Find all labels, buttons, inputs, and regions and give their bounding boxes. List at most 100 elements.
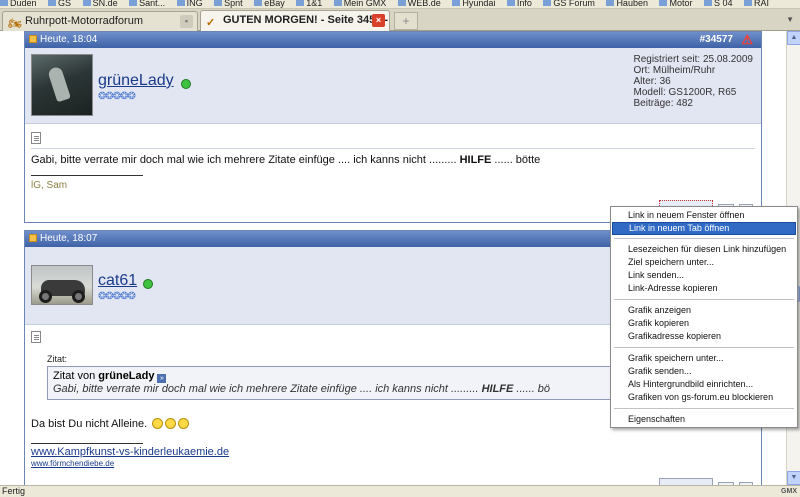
bookmark[interactable]: Hyundai	[452, 0, 495, 8]
online-status-icon	[143, 279, 153, 289]
tab-list-arrow-icon[interactable]: ▼	[786, 15, 794, 24]
gs-forum-icon: ✓	[206, 17, 216, 29]
bookmark[interactable]: GS	[48, 0, 71, 8]
signature: lG, Sam	[31, 180, 68, 191]
post-timestamp: Heute, 18:04	[40, 34, 98, 45]
menu-item-block-images[interactable]: Grafiken von gs-forum.eu blockieren	[612, 391, 796, 404]
bookmark-icon	[606, 0, 615, 6]
post-icon	[29, 35, 37, 43]
menu-item-send-image[interactable]: Grafik senden...	[612, 365, 796, 378]
quote-box: Zitat von grüneLady» Gabi, bitte verrate…	[47, 366, 647, 400]
scroll-up-arrow-icon[interactable]: ▲	[787, 31, 800, 45]
online-status-icon	[181, 79, 191, 89]
bookmark-icon	[254, 0, 263, 6]
user-details: Registriert seit: 25.08.2009 Ort: Mülhei…	[633, 54, 753, 109]
tab-guten-morgen[interactable]: ✓ GUTEN MORGEN! - Seite 3458 - GS... ×	[200, 10, 390, 31]
quote-label: Zitat:	[47, 354, 68, 364]
view-post-arrow-icon[interactable]: »	[157, 374, 167, 383]
bookmark-icon	[506, 0, 515, 6]
bookmark-icon	[397, 0, 406, 6]
menu-separator	[614, 347, 794, 348]
avatar[interactable]	[31, 265, 93, 305]
tab-ruhrpott[interactable]: 🏍 Ruhrpott-Motorradforum ▪	[2, 11, 198, 31]
bookmark-icon	[214, 0, 223, 6]
signature-divider	[31, 175, 143, 176]
bookmark[interactable]: Sant...	[129, 0, 165, 8]
bookmark-icon	[744, 0, 753, 6]
bookmark[interactable]: eBay	[254, 0, 285, 8]
bookmark-icon	[129, 0, 138, 6]
post-document-icon	[31, 132, 41, 144]
menu-item-save-image[interactable]: Grafik speichern unter...	[612, 352, 796, 365]
smiley-sleepy-icon	[152, 418, 164, 429]
new-tab-button[interactable]: +	[394, 12, 418, 30]
menu-item-properties[interactable]: Eigenschaften	[612, 413, 796, 426]
context-menu: Link in neuem Fenster öffnen Link in neu…	[610, 206, 798, 428]
post-message: Da bist Du nicht Alleine.	[31, 418, 190, 430]
divider	[31, 148, 755, 149]
bookmark[interactable]: SN.de	[82, 0, 118, 8]
bookmark[interactable]: Info	[506, 0, 532, 8]
post-message: Gabi, bitte verrate mir doch mal wie ich…	[31, 154, 541, 166]
signature-divider	[31, 443, 143, 444]
bookmark[interactable]: RAI	[744, 0, 769, 8]
menu-separator	[614, 408, 794, 409]
menu-separator	[614, 299, 794, 300]
username-link[interactable]: grüneLady	[98, 72, 174, 90]
tab-close-icon[interactable]: ×	[372, 14, 385, 27]
bookmark-icon	[704, 0, 713, 6]
forum-post: Heute, 18:04 #34577 ⚠ grüneLady ❂❂❂❂❂ Re…	[24, 31, 762, 223]
bookmark[interactable]: Hauben	[606, 0, 648, 8]
post-timestamp: Heute, 18:07	[40, 233, 98, 244]
tab-close-icon[interactable]: ▪	[180, 15, 193, 28]
menu-item-view-image[interactable]: Grafik anzeigen	[612, 304, 796, 317]
menu-item-set-background[interactable]: Als Hintergrundbild einrichten...	[612, 378, 796, 391]
bookmark-icon	[543, 0, 552, 6]
report-warning-icon[interactable]: ⚠	[741, 32, 753, 47]
bookmark-icon	[0, 0, 8, 6]
bookmark[interactable]: GS Forum	[543, 0, 595, 8]
quote-multi-button[interactable]	[658, 478, 713, 485]
signature-link[interactable]: www.Kampfkunst-vs-kinderleukaemie.de	[31, 446, 229, 458]
menu-item-send-link[interactable]: Link senden...	[612, 269, 796, 282]
avatar[interactable]	[31, 54, 93, 116]
menu-item-copy-link[interactable]: Link-Adresse kopieren	[612, 282, 796, 295]
menu-separator	[614, 238, 794, 239]
bookmark[interactable]: Mein GMX	[333, 0, 386, 8]
status-bar: Fertig GMX	[0, 485, 800, 497]
rank-icons: ❂❂❂❂❂	[98, 91, 136, 102]
gmx-badge[interactable]: GMX	[781, 486, 797, 497]
bookmark[interactable]: Duden	[0, 0, 37, 8]
bookmark[interactable]: WEB.de	[397, 0, 441, 8]
username-link[interactable]: cat61	[98, 272, 137, 290]
bookmark[interactable]: Motor	[659, 0, 693, 8]
post-toolbar: ❞❞ ✎	[656, 478, 753, 485]
bookmark-icon	[296, 0, 305, 6]
user-info-area: grüneLady ❂❂❂❂❂ Registriert seit: 25.08.…	[25, 48, 761, 124]
menu-item-save-target[interactable]: Ziel speichern unter...	[612, 256, 796, 269]
signature-link[interactable]: www.förmchendiebe.de	[31, 459, 114, 468]
post-document-icon	[31, 331, 41, 343]
post-number-link[interactable]: #34577	[700, 32, 733, 48]
scroll-down-arrow-icon[interactable]: ▼	[787, 471, 800, 485]
bookmark-icon	[452, 0, 461, 6]
menu-item-open-new-window[interactable]: Link in neuem Fenster öffnen	[612, 209, 796, 222]
bookmarks-toolbar: Duden GS SN.de Sant... ING Spnt eBay 1&1…	[0, 0, 800, 9]
bookmark[interactable]: S 04	[704, 0, 733, 8]
avatar-wheel	[72, 290, 85, 303]
menu-item-open-new-tab[interactable]: Link in neuem Tab öffnen	[612, 222, 796, 235]
bookmark-icon	[333, 0, 342, 6]
menu-item-copy-image-address[interactable]: Grafikadresse kopieren	[612, 330, 796, 343]
bookmark[interactable]: ING	[176, 0, 203, 8]
bookmark[interactable]: Spnt	[214, 0, 243, 8]
menu-item-copy-image[interactable]: Grafik kopieren	[612, 317, 796, 330]
avatar-wheel	[39, 290, 52, 303]
menu-item-bookmark-link[interactable]: Lesezeichen für diesen Link hinzufügen	[612, 243, 796, 256]
tab-strip: 🏍 Ruhrpott-Motorradforum ▪ ✓ GUTEN MORGE…	[0, 9, 800, 31]
avatar-figure	[47, 65, 71, 103]
smiley-smile-icon	[165, 418, 177, 429]
bookmark[interactable]: 1&1	[296, 0, 322, 8]
bookmark-icon	[659, 0, 668, 6]
quote-header: Zitat von grüneLady»	[53, 370, 641, 383]
bookmark-icon	[176, 0, 185, 6]
